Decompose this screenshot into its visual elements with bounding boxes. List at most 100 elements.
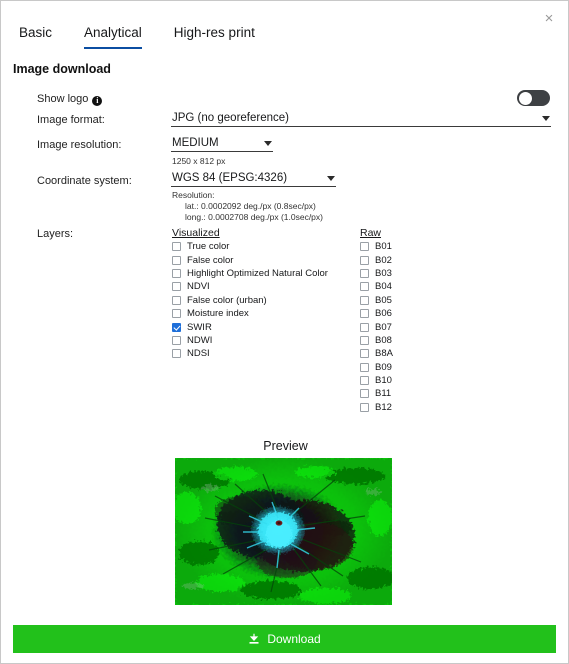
image-resolution-field: MEDIUM [171,137,273,152]
raw-band-row[interactable]: B8A [360,347,393,360]
raw-band-row[interactable]: B05 [360,294,393,307]
chevron-down-icon [542,116,550,121]
visualized-layer-row[interactable]: Highlight Optimized Natural Color [172,267,328,280]
visualized-layer-label: Highlight Optimized Natural Color [187,267,328,279]
image-format-label: Image format: [37,114,105,126]
raw-band-row[interactable]: B07 [360,320,393,333]
preview-image [175,458,392,605]
image-resolution-value: MEDIUM [172,137,219,149]
visualized-layer-row[interactable]: False color (urban) [172,294,328,307]
raw-band-row[interactable]: B10 [360,374,393,387]
tab-high-res-print[interactable]: High-res print [174,25,255,49]
visualized-layer-row[interactable]: False color [172,253,328,266]
visualized-layer-label: NDVI [187,281,210,293]
visualized-column-header: Visualized [172,227,220,239]
chevron-down-icon [264,141,272,146]
download-icon [248,633,260,645]
checkbox-icon[interactable] [172,255,181,265]
image-format-value: JPG (no georeference) [172,112,289,124]
raw-band-row[interactable]: B03 [360,267,393,280]
checkbox-icon[interactable] [172,349,181,359]
raw-band-label: B07 [375,321,392,333]
raw-band-label: B12 [375,401,392,413]
raw-band-label: B03 [375,267,392,279]
checkbox-icon[interactable] [360,309,369,319]
checkbox-icon[interactable] [360,282,369,292]
image-format-select[interactable]: JPG (no georeference) [171,112,551,127]
coordinate-system-select[interactable]: WGS 84 (EPSG:4326) [171,172,336,187]
raw-band-label: B10 [375,375,392,387]
checkbox-icon[interactable] [172,335,181,345]
tab-basic[interactable]: Basic [19,25,52,49]
tab-analytical[interactable]: Analytical [84,25,142,49]
visualized-layer-row[interactable]: Moisture index [172,307,328,320]
coordinate-system-label: Coordinate system: [37,175,132,187]
raw-band-label: B04 [375,281,392,293]
visualized-layer-row[interactable]: NDSI [172,347,328,360]
raw-band-row[interactable]: B12 [360,401,393,414]
visualized-layer-row[interactable]: NDWI [172,334,328,347]
raw-band-label: B08 [375,334,392,346]
checkbox-icon[interactable] [360,242,369,252]
raw-band-row[interactable]: B11 [360,387,393,400]
checkbox-icon[interactable] [360,268,369,278]
visualized-layer-label: True color [187,241,230,253]
raw-band-label: B02 [375,254,392,266]
raw-band-row[interactable]: B04 [360,280,393,293]
visualized-layer-row[interactable]: NDVI [172,280,328,293]
checkbox-icon[interactable] [360,376,369,386]
checkbox-icon[interactable] [360,402,369,412]
show-logo-toggle[interactable] [517,90,550,106]
visualized-layer-label: False color (urban) [187,294,267,306]
image-resolution-select[interactable]: MEDIUM [171,137,273,152]
checkbox-checked-icon[interactable] [172,322,181,332]
checkbox-icon[interactable] [360,255,369,265]
checkbox-icon[interactable] [360,335,369,345]
coordinate-system-field: WGS 84 (EPSG:4326) [171,172,336,187]
raw-band-row[interactable]: B06 [360,307,393,320]
visualized-layer-row[interactable]: SWIR [172,320,328,333]
raw-band-label: B06 [375,308,392,320]
toggle-knob [518,91,532,105]
layers-label: Layers: [37,228,74,240]
checkbox-icon[interactable] [172,242,181,252]
page-title: Image download [13,62,111,76]
raw-band-list: B01 B02 B03 B04 B05 B06 B07 B08 B8A B09 B10 B11 B12 [360,240,393,414]
raw-band-row[interactable]: B08 [360,334,393,347]
visualized-layer-label: NDSI [187,348,210,360]
checkbox-icon[interactable] [172,268,181,278]
checkbox-icon[interactable] [360,362,369,372]
coordinate-system-value: WGS 84 (EPSG:4326) [172,172,288,184]
visualized-layer-row[interactable]: True color [172,240,328,253]
raw-band-row[interactable]: B02 [360,253,393,266]
tab-bar: Basic Analytical High-res print [1,25,568,51]
raw-band-row[interactable]: B01 [360,240,393,253]
visualized-layer-label: SWIR [187,321,212,333]
download-label: Download [267,632,321,646]
show-logo-text: Show logo [37,93,89,105]
visualized-layer-label: NDWI [187,334,213,346]
coordinate-resolution-block: Resolution: lat.: 0.0002092 deg./px (0.8… [172,190,323,223]
checkbox-icon[interactable] [360,322,369,332]
checkbox-icon[interactable] [172,309,181,319]
raw-band-row[interactable]: B09 [360,361,393,374]
checkbox-icon[interactable] [360,349,369,359]
download-button[interactable]: Download [13,625,556,653]
checkbox-icon[interactable] [172,282,181,292]
checkbox-icon[interactable] [360,389,369,399]
preview-swir-satellite-image [175,458,392,605]
checkbox-icon[interactable] [360,295,369,305]
info-icon[interactable]: i [92,96,103,106]
visualized-layer-label: False color [187,254,234,266]
raw-band-label: B11 [375,388,392,400]
preview-title: Preview [263,439,308,453]
resolution-lat: lat.: 0.0002092 deg./px (0.8sec/px) [185,201,316,211]
raw-band-label: B8A [375,348,393,360]
image-resolution-label: Image resolution: [37,139,122,151]
show-logo-label: Show logo i [37,93,103,106]
checkbox-icon[interactable] [172,295,181,305]
raw-band-label: B05 [375,294,392,306]
resolution-long: long.: 0.0002708 deg./px (1.0sec/px) [185,212,323,222]
raw-band-label: B01 [375,241,392,253]
visualized-layer-list: True color False color Highlight Optimized… [172,240,328,361]
